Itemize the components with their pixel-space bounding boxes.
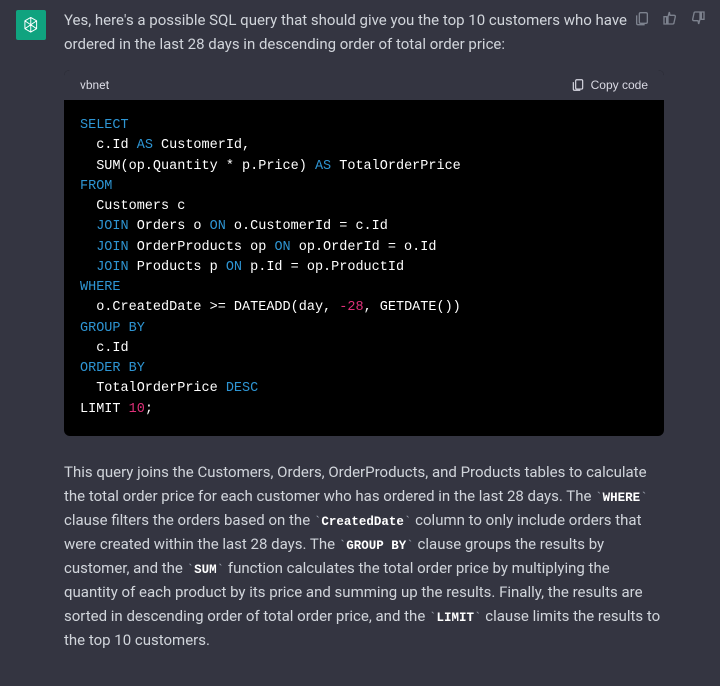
assistant-message: Yes, here's a possible SQL query that sh… — [0, 0, 720, 686]
copy-code-button[interactable]: Copy code — [571, 78, 648, 92]
openai-logo-icon — [21, 15, 41, 35]
inline-code-limit: `LIMIT` — [429, 611, 482, 625]
code-language-label: vbnet — [80, 78, 109, 92]
inline-code-groupby: `GROUP BY` — [339, 539, 414, 553]
code-header: vbnet Copy code — [64, 70, 664, 100]
copy-message-button[interactable] — [632, 8, 652, 31]
inline-code-where: `WHERE` — [595, 491, 648, 505]
code-body: SELECT c.Id AS CustomerId, SUM(op.Quanti… — [64, 100, 664, 436]
explanation-paragraph: This query joins the Customers, Orders, … — [64, 460, 664, 652]
message-actions — [632, 8, 708, 31]
thumbs-up-icon — [662, 10, 678, 26]
thumbs-up-button[interactable] — [660, 8, 680, 31]
copy-code-label: Copy code — [591, 78, 648, 92]
clipboard-icon — [571, 78, 585, 92]
inline-code-createddate: `CreatedDate` — [314, 515, 412, 529]
assistant-avatar — [16, 10, 46, 40]
message-content: Yes, here's a possible SQL query that sh… — [64, 8, 704, 666]
inline-code-sum: `SUM` — [187, 563, 225, 577]
intro-paragraph: Yes, here's a possible SQL query that sh… — [64, 8, 664, 56]
thumbs-down-button[interactable] — [688, 8, 708, 31]
thumbs-down-icon — [690, 10, 706, 26]
clipboard-icon — [634, 10, 650, 26]
code-block: vbnet Copy code SELECT c.Id AS CustomerI… — [64, 70, 664, 436]
